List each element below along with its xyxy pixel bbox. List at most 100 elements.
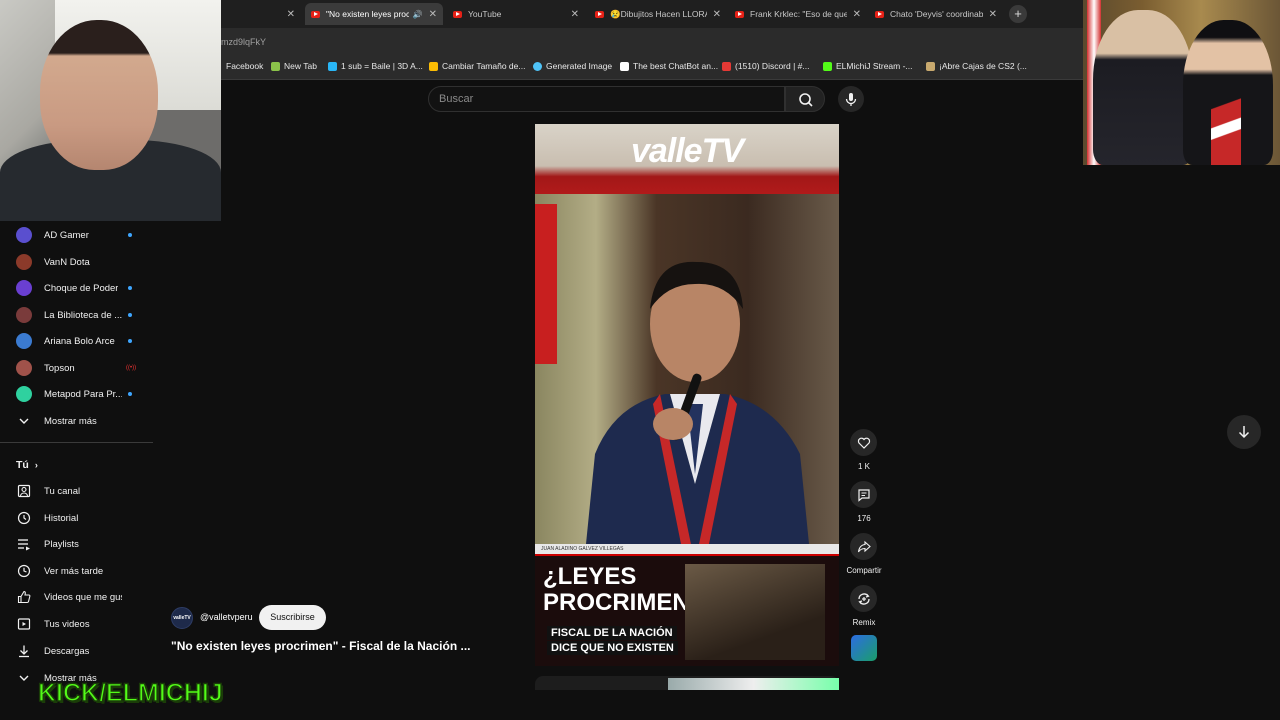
like-icon <box>16 589 32 605</box>
sidebar-item-liked-videos[interactable]: Videos que me gus... <box>10 584 150 610</box>
sidebar-subscription[interactable]: Ariana Bolo Arce <box>10 328 150 354</box>
webcam-overlay <box>0 0 221 221</box>
speaker-icon[interactable]: 🔊 <box>413 10 423 19</box>
share-button[interactable] <box>850 533 877 560</box>
comment-icon <box>857 488 870 502</box>
voice-search-button[interactable] <box>838 86 864 112</box>
sidebar-subscription[interactable]: La Biblioteca de ... <box>10 302 150 328</box>
sidebar-item-downloads[interactable]: Descargas <box>10 638 150 664</box>
like-count: 1 K <box>857 462 870 471</box>
next-short-button[interactable] <box>1227 415 1261 449</box>
bookmark-icon <box>429 61 438 71</box>
sidebar-item-watch-later[interactable]: Ver más tarde <box>10 558 150 584</box>
new-tab-button[interactable]: + <box>1009 5 1027 23</box>
browser-tab[interactable]: Chato 'Deyvis' coordinaba ✕ <box>869 3 1003 25</box>
sidebar-item-your-videos[interactable]: Tus videos <box>10 611 150 637</box>
caption-subline1: FISCAL DE LA NACIÓN <box>547 626 677 640</box>
share-label: Compartir <box>846 566 882 575</box>
bookmark-item[interactable]: Cambiar Tamaño de... <box>429 61 525 71</box>
close-tab-icon[interactable]: ✕ <box>853 9 861 20</box>
sidebar-item-playlists[interactable]: Playlists <box>10 531 150 557</box>
url-text: mzd9lqFkY <box>221 37 267 47</box>
youtube-favicon-icon <box>453 10 462 18</box>
sidebar-subscription[interactable]: VanN Dota <box>10 249 150 275</box>
speaker-figure <box>585 261 810 554</box>
youtube-favicon-icon <box>875 10 884 18</box>
new-content-dot <box>128 339 132 343</box>
close-tab-icon[interactable]: ✕ <box>989 9 997 20</box>
bookmark-item[interactable]: ¡Abre Cajas de CS2 (... <box>926 61 1027 71</box>
channel-handle[interactable]: @valletvperu <box>200 612 253 622</box>
search-input[interactable]: Buscar <box>428 86 785 112</box>
bookmark-item[interactable]: New Tab <box>271 61 317 71</box>
channel-watermark: valleTV <box>630 132 744 170</box>
sidebar-subscription[interactable]: AD Gamer <box>10 222 150 248</box>
bookmark-item[interactable]: Facebook <box>226 61 263 71</box>
channel-avatar <box>16 307 32 323</box>
bookmark-item[interactable]: The best ChatBot an... <box>620 61 718 71</box>
channel-avatar <box>16 386 32 402</box>
new-content-dot <box>128 392 132 396</box>
channel-icon <box>16 483 32 499</box>
new-content-dot <box>128 313 132 317</box>
youtube-favicon-icon <box>595 10 604 18</box>
close-tab-icon[interactable]: ✕ <box>571 9 579 20</box>
like-button[interactable] <box>850 429 877 456</box>
next-short-thumbnail <box>668 678 839 690</box>
sidebar-item-your-channel[interactable]: Tu canal <box>10 478 150 504</box>
bookmark-item[interactable]: Generated Image <box>533 61 612 71</box>
browser-tab[interactable]: 😢Dibujitos Hacen LLORA ✕ <box>589 3 727 25</box>
caption-headline-line1: ¿LEYES <box>543 563 637 590</box>
chevron-right-icon: › <box>34 460 38 470</box>
new-content-dot <box>128 286 132 290</box>
subscribe-button[interactable]: Suscribirse <box>259 605 326 630</box>
sidebar-subscription[interactable]: Choque de Poder <box>10 275 150 301</box>
bookmark-icon <box>722 61 731 71</box>
browser-tab-active[interactable]: "No existen leyes proc 🔊 ✕ <box>305 3 443 25</box>
close-tab-icon[interactable]: ✕ <box>713 9 721 20</box>
remix-button[interactable] <box>850 585 877 612</box>
sidebar-item-history[interactable]: Historial <box>10 505 150 531</box>
video-title[interactable]: "No existen leyes procrimen" - Fiscal de… <box>171 639 470 653</box>
speaker-nameplate: JUAN ALADINO GALVEZ VILLEGAS <box>535 544 839 554</box>
inset-man <box>1093 10 1193 165</box>
youtube-favicon-icon <box>735 10 744 18</box>
playlists-icon <box>16 536 32 552</box>
address-bar[interactable]: mzd9lqFkY <box>221 28 1083 55</box>
caption-headline-line2: PROCRIMEN? <box>543 589 705 616</box>
bookmark-icon <box>533 61 542 71</box>
channel-avatar[interactable]: valleTV <box>171 607 193 629</box>
inset-photo <box>1083 0 1280 165</box>
flag-shape <box>535 204 557 364</box>
download-icon <box>16 643 32 659</box>
chevron-down-icon <box>16 670 32 686</box>
channel-avatar <box>16 227 32 243</box>
close-tab-icon[interactable]: ✕ <box>429 9 437 20</box>
sidebar-subscription[interactable]: Metapod Para Pr... <box>10 381 150 407</box>
search-button[interactable] <box>785 86 825 112</box>
bookmark-icon <box>823 61 832 71</box>
chevron-down-icon <box>16 413 32 429</box>
history-icon <box>16 510 32 526</box>
microphone-icon <box>845 93 857 106</box>
new-content-dot <box>128 233 132 237</box>
share-icon <box>857 540 871 552</box>
sound-thumbnail[interactable] <box>851 635 877 661</box>
bookmark-item[interactable]: 1 sub = Baile | 3D A... <box>328 61 423 71</box>
channel-avatar <box>16 280 32 296</box>
comments-button[interactable] <box>850 481 877 508</box>
close-tab-icon[interactable]: ✕ <box>287 9 295 20</box>
sidebar-you-header[interactable]: Tú › <box>10 452 150 478</box>
browser-tab[interactable]: Frank Krklec: "Eso de que ✕ <box>729 3 867 25</box>
bookmark-item[interactable]: ELMichiJ Stream -... <box>823 61 913 71</box>
live-indicator-icon: ((•)) <box>126 365 137 371</box>
browser-tab[interactable]: YouTube ✕ <box>447 3 585 25</box>
browser-tab[interactable]: ✕ <box>221 3 301 25</box>
bookmark-item[interactable]: (1510) Discord | #... <box>722 61 810 71</box>
watch-later-icon <box>16 563 32 579</box>
sidebar-show-more[interactable]: Mostrar más <box>10 408 150 434</box>
sidebar-divider <box>0 442 153 443</box>
shorts-player[interactable]: valleTV JUAN ALADINO GALVEZ VILLEGAS ¿LE… <box>535 124 839 666</box>
sidebar-subscription[interactable]: Topson ((•)) <box>10 355 150 381</box>
channel-avatar <box>16 360 32 376</box>
